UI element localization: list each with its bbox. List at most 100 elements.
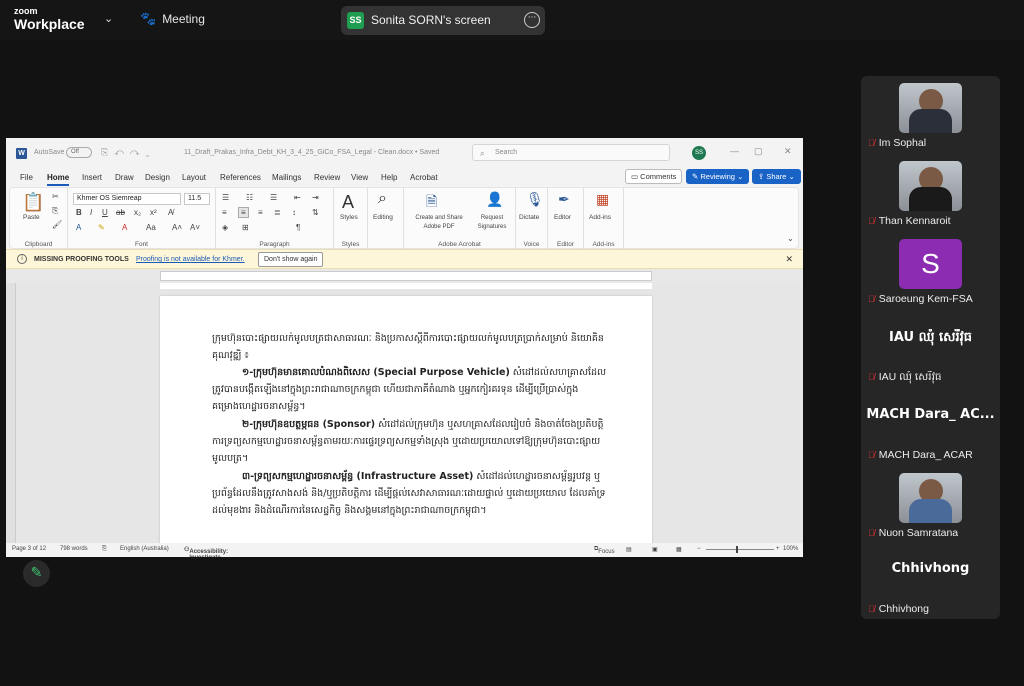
bold-icon[interactable]: B <box>76 208 82 217</box>
document-canvas[interactable]: ក្រុមហ៊ុនបោះផ្សាយលក់មូលបត្រជាសាធារណៈ និង… <box>6 283 803 543</box>
font-name-select[interactable]: Khmer OS Siemreap <box>73 193 181 205</box>
sharer-label: Sonita SORN's screen <box>371 13 491 27</box>
grow-font-icon[interactable]: A˄ <box>172 223 182 232</box>
tab-view[interactable]: View <box>351 173 368 182</box>
tab-layout[interactable]: Layout <box>182 173 206 182</box>
editor-pen-icon[interactable]: ✒ <box>558 191 570 208</box>
line-spacing-icon[interactable]: ↕ <box>292 208 296 217</box>
bullets-icon[interactable]: ☰ <box>222 193 229 202</box>
align-right-icon[interactable]: ≡ <box>258 208 263 217</box>
tab-help[interactable]: Help <box>381 173 397 182</box>
minimize-icon[interactable]: — <box>730 146 739 156</box>
highlight-icon[interactable]: ✎ <box>98 223 105 232</box>
align-left-icon[interactable]: ≡ <box>222 208 227 217</box>
paste-icon[interactable]: 📋 <box>22 192 44 213</box>
tab-insert[interactable]: Insert <box>82 173 102 182</box>
subscript-icon[interactable]: x₂ <box>134 208 141 217</box>
print-layout-icon[interactable]: ▣ <box>652 546 658 553</box>
participant-tile[interactable]: Chhivhong 🎙̸ Chhivhong <box>861 542 1000 619</box>
numbering-icon[interactable]: ☷ <box>246 193 253 202</box>
underline-icon[interactable]: U <box>102 208 108 217</box>
justify-icon[interactable]: ≣ <box>274 208 281 217</box>
adobe-pdf-icon[interactable]: 🗎 <box>426 191 437 215</box>
font-size-select[interactable]: 11.5 <box>184 193 210 205</box>
addins-grid-icon[interactable]: ▦ <box>596 191 609 208</box>
document-filename[interactable]: 11_Draft_Prakas_Infra_Debt_KH_3_4_25_GiC… <box>184 149 439 156</box>
clear-format-icon[interactable]: A̸ <box>168 208 173 217</box>
tab-draw[interactable]: Draw <box>115 173 134 182</box>
cut-icon[interactable]: ✂ <box>52 192 59 201</box>
autosave-toggle[interactable]: Off <box>66 147 92 158</box>
tab-mailings[interactable]: Mailings <box>272 173 301 182</box>
show-marks-icon[interactable]: ¶ <box>296 223 300 232</box>
copy-icon[interactable]: ⎘ <box>52 206 58 216</box>
comments-button[interactable]: ▭ Comments <box>625 169 683 184</box>
request-signature-icon[interactable]: 👤 <box>486 191 503 208</box>
participant-tile[interactable]: IAU ឈុំ សេរីវុធ 🎙̸ IAU ឈុំ សេរីវុធ <box>861 310 1000 387</box>
zoom-logo[interactable]: zoom Workplace <box>14 6 85 32</box>
multilevel-list-icon[interactable]: ☰ <box>270 193 277 202</box>
more-options-icon[interactable]: ··· <box>524 12 540 28</box>
share-button[interactable]: ⇪ Share ⌄ <box>752 169 801 184</box>
increase-indent-icon[interactable]: ⇥ <box>312 193 319 202</box>
strikethrough-icon[interactable]: ab <box>116 208 125 217</box>
screen-share-indicator[interactable]: SS Sonita SORN's screen ··· <box>341 6 545 35</box>
read-mode-icon[interactable]: ▤ <box>626 546 632 553</box>
maximize-icon[interactable]: ▢ <box>754 146 763 157</box>
participant-tile[interactable]: 🎙̸ Than Kennaroit <box>861 154 1000 231</box>
tab-references[interactable]: References <box>220 173 261 182</box>
decrease-indent-icon[interactable]: ⇤ <box>294 193 301 202</box>
italic-icon[interactable]: I <box>90 208 92 217</box>
sort-icon[interactable]: ⇅ <box>312 208 319 217</box>
language[interactable]: English (Australia) <box>120 546 169 552</box>
user-avatar[interactable]: SS <box>692 146 706 160</box>
align-center-icon[interactable]: ≡ <box>238 207 249 218</box>
zoom-slider[interactable] <box>706 546 774 553</box>
tab-home[interactable]: Home <box>47 173 70 186</box>
paragraph-group: ☰ ☷ ☰ ⇤ ⇥ ≡ ≡ ≡ ≣ ↕ ⇅ ◈ ⊞ ¶ Paragraph <box>216 188 334 250</box>
participant-tile[interactable]: MACH Dara_ AC... 🎙̸ MACH Dara_ ACAR <box>861 388 1000 465</box>
zoom-level[interactable]: 100% <box>783 546 798 552</box>
quick-access-icons[interactable]: ⎘↶↷⌄ <box>101 147 156 158</box>
focus-mode[interactable]: ⧉ Focus <box>594 546 615 555</box>
participant-tile[interactable]: 🎙̸ Im Sophal <box>861 76 1000 153</box>
web-layout-icon[interactable]: ▦ <box>676 546 682 553</box>
word-count[interactable]: 798 words <box>60 546 88 552</box>
chevron-down-icon[interactable]: ⌄ <box>104 12 113 25</box>
format-painter-icon[interactable]: 🖌 <box>52 220 62 229</box>
tab-acrobat[interactable]: Acrobat <box>410 173 438 182</box>
close-icon[interactable]: ✕ <box>784 146 792 157</box>
zoom-in-icon[interactable]: + <box>776 546 780 552</box>
search-box[interactable]: ⌕ Search <box>472 144 670 161</box>
page-count[interactable]: Page 3 of 12 <box>12 546 46 552</box>
microphone-icon[interactable]: 🎙 <box>526 191 544 208</box>
change-case-icon[interactable]: Aa <box>146 223 156 232</box>
accessibility-status[interactable]: ⚇ Accessibility: Investigate <box>184 546 228 557</box>
borders-icon[interactable]: ⊞ <box>242 223 249 232</box>
proofing-icon[interactable]: ⎘ <box>102 546 107 553</box>
annotate-pen-icon[interactable]: ✎ <box>23 560 50 587</box>
participant-tile[interactable]: S 🎙̸ Saroeung Kem-FSA <box>861 232 1000 309</box>
proofing-link[interactable]: Proofing is not available for Khmer. <box>136 256 245 263</box>
document-page[interactable]: ក្រុមហ៊ុនបោះផ្សាយលក់មូលបត្រជាសាធារណៈ និង… <box>160 296 652 543</box>
horizontal-ruler[interactable] <box>6 269 803 283</box>
superscript-icon[interactable]: x² <box>150 208 157 217</box>
shrink-font-icon[interactable]: A˅ <box>190 223 200 232</box>
close-message-icon[interactable]: ✕ <box>785 254 793 265</box>
participant-tile[interactable]: 🎙̸ Nuon Samratana <box>861 466 1000 543</box>
meeting-menu[interactable]: 🐾 Meeting <box>140 11 205 27</box>
dont-show-again-button[interactable]: Don't show again <box>258 252 324 267</box>
styles-icon[interactable]: A <box>342 192 354 213</box>
font-color-icon[interactable]: A <box>122 223 127 232</box>
tab-file[interactable]: File <box>20 173 33 182</box>
tab-review[interactable]: Review <box>314 173 340 182</box>
reviewing-button[interactable]: ✎ Reviewing ⌄ <box>686 169 750 184</box>
zoom-out-icon[interactable]: − <box>697 546 701 552</box>
tab-design[interactable]: Design <box>145 173 170 182</box>
mic-muted-icon: 🎙̸ <box>868 216 875 226</box>
editing-search-icon[interactable]: ⌕ <box>378 190 387 208</box>
shading-icon[interactable]: ◈ <box>222 223 228 232</box>
collapse-ribbon-icon[interactable]: ⌄ <box>787 234 794 243</box>
info-icon: i <box>17 254 27 264</box>
text-effects-icon[interactable]: A <box>76 223 81 232</box>
